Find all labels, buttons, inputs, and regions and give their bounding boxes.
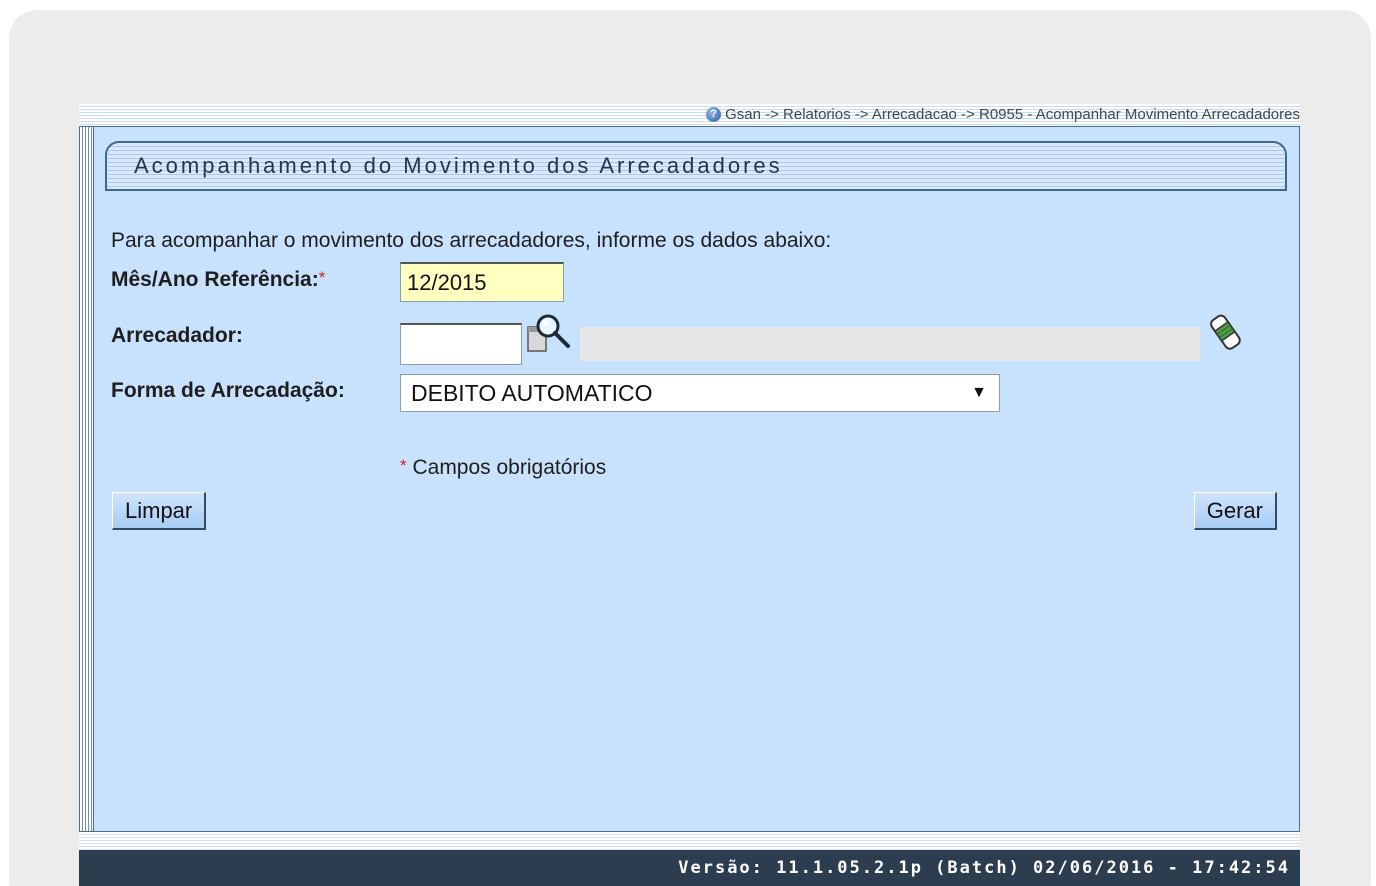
arrecadador-description-field xyxy=(580,327,1200,361)
limpar-button[interactable]: Limpar xyxy=(112,492,207,530)
main-panel: Acompanhamento do Movimento dos Arrecada… xyxy=(79,126,1300,832)
required-note-star: * xyxy=(400,456,407,475)
eraser-icon[interactable] xyxy=(1206,313,1246,353)
intro-text: Para acompanhar o movimento dos arrecada… xyxy=(111,229,832,252)
breadcrumb: ? Gsan -> Relatorios -> Arrecadacao -> R… xyxy=(706,106,1300,123)
required-note: * Campos obrigatórios xyxy=(400,456,606,480)
ref-month-year-input[interactable] xyxy=(400,262,564,302)
footer-separator xyxy=(79,832,1300,850)
help-icon[interactable]: ? xyxy=(706,107,722,122)
version-footer: Versão: 11.1.05.2.1p (Batch) 02/06/2016 … xyxy=(79,850,1300,886)
forma-label: Forma de Arrecadação: xyxy=(111,379,345,402)
ref-label: Mês/Ano Referência:* xyxy=(111,268,325,292)
required-note-text: Campos obrigatórios xyxy=(412,456,607,479)
ref-label-text: Mês/Ano Referência: xyxy=(111,268,319,291)
forma-arrecadacao-select[interactable]: DEBITO AUTOMATICO ▼ xyxy=(400,374,1000,412)
form-area: Para acompanhar o movimento dos arrecada… xyxy=(80,127,1299,831)
search-icon[interactable] xyxy=(526,313,574,355)
chevron-down-icon: ▼ xyxy=(971,384,987,401)
breadcrumb-text: Gsan -> Relatorios -> Arrecadacao -> R09… xyxy=(725,106,1300,123)
breadcrumb-bar: ? Gsan -> Relatorios -> Arrecadacao -> R… xyxy=(79,104,1300,126)
gerar-button[interactable]: Gerar xyxy=(1193,492,1277,530)
forma-selected-value: DEBITO AUTOMATICO xyxy=(411,380,653,406)
ref-required-star: * xyxy=(318,268,326,287)
arrecadador-label: Arrecadador: xyxy=(111,324,243,347)
arrecadador-code-input[interactable] xyxy=(400,323,522,365)
